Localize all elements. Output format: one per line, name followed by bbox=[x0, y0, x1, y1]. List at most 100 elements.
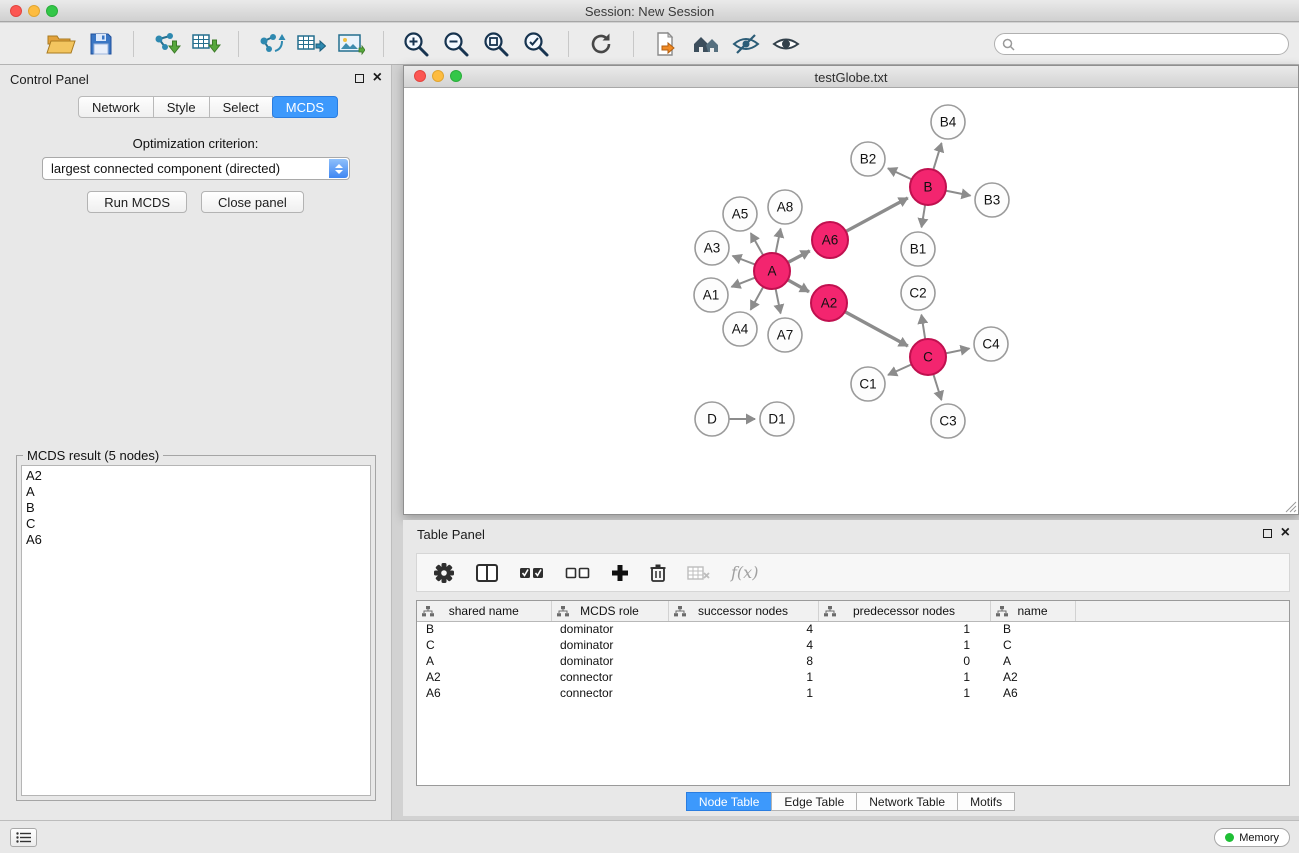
table-cell[interactable]: B bbox=[990, 621, 1075, 637]
search-field[interactable] bbox=[994, 33, 1289, 55]
graph-node[interactable]: B2 bbox=[851, 142, 885, 176]
graph-edge[interactable] bbox=[846, 198, 908, 231]
graph-edge[interactable] bbox=[933, 374, 941, 400]
close-table-panel-icon[interactable]: × bbox=[1281, 528, 1290, 538]
run-mcds-button[interactable]: Run MCDS bbox=[87, 191, 187, 213]
open-file-button[interactable] bbox=[44, 28, 78, 60]
tab-mcds[interactable]: MCDS bbox=[272, 96, 338, 118]
graph-node[interactable]: A5 bbox=[723, 197, 757, 231]
apply-layout-button[interactable] bbox=[584, 28, 618, 60]
hide-details-button[interactable] bbox=[729, 28, 763, 60]
graph-node[interactable]: C3 bbox=[931, 404, 965, 438]
graph-edge[interactable] bbox=[888, 364, 912, 375]
search-input[interactable] bbox=[1020, 35, 1288, 53]
delete-table-button[interactable] bbox=[687, 564, 711, 582]
result-item[interactable]: A bbox=[26, 484, 366, 500]
graph-node[interactable]: B1 bbox=[901, 232, 935, 266]
table-row[interactable]: A6connector11A6 bbox=[417, 685, 1289, 701]
tab-select[interactable]: Select bbox=[209, 96, 273, 118]
graph-edge[interactable] bbox=[888, 168, 912, 179]
home-button[interactable] bbox=[689, 28, 723, 60]
table-row[interactable]: Bdominator41B bbox=[417, 621, 1289, 637]
graph-edge[interactable] bbox=[921, 315, 925, 339]
graph-edge[interactable] bbox=[731, 278, 755, 287]
import-table-button[interactable] bbox=[189, 28, 223, 60]
graph-node[interactable]: A7 bbox=[768, 318, 802, 352]
network-zoom-button[interactable] bbox=[450, 70, 462, 82]
graph-node[interactable]: C bbox=[910, 339, 946, 375]
graph-node[interactable]: B3 bbox=[975, 183, 1009, 217]
network-minimize-button[interactable] bbox=[432, 70, 444, 82]
table-cell[interactable]: C bbox=[417, 637, 551, 653]
export-network-button[interactable] bbox=[254, 28, 288, 60]
graph-node[interactable]: C2 bbox=[901, 276, 935, 310]
graph-edge[interactable] bbox=[788, 251, 810, 263]
graph-node[interactable]: B bbox=[910, 169, 946, 205]
graph-edge[interactable] bbox=[946, 348, 970, 353]
table-cell[interactable]: 1 bbox=[818, 621, 990, 637]
table-cell[interactable]: 4 bbox=[668, 637, 818, 653]
export-document-button[interactable] bbox=[649, 28, 683, 60]
float-panel-icon[interactable] bbox=[355, 74, 364, 83]
table-cell[interactable]: 1 bbox=[668, 669, 818, 685]
table-cell[interactable]: 1 bbox=[818, 685, 990, 701]
zoom-window-button[interactable] bbox=[46, 5, 58, 17]
column-header-shared-name[interactable]: shared name bbox=[417, 601, 551, 621]
table-cell[interactable]: A6 bbox=[990, 685, 1075, 701]
minimize-window-button[interactable] bbox=[28, 5, 40, 17]
table-cell[interactable]: A6 bbox=[417, 685, 551, 701]
zoom-in-button[interactable] bbox=[399, 28, 433, 60]
delete-column-button[interactable] bbox=[649, 563, 667, 583]
select-all-button[interactable] bbox=[519, 565, 545, 581]
graph-node[interactable]: A4 bbox=[723, 312, 757, 346]
resize-grip-icon[interactable] bbox=[1285, 501, 1297, 513]
save-session-button[interactable] bbox=[84, 28, 118, 60]
zoom-out-button[interactable] bbox=[439, 28, 473, 60]
criterion-dropdown[interactable]: largest connected component (directed) bbox=[42, 157, 350, 180]
result-item[interactable]: C bbox=[26, 516, 366, 532]
table-row[interactable]: Cdominator41C bbox=[417, 637, 1289, 653]
export-table-button[interactable] bbox=[294, 28, 328, 60]
tab-network[interactable]: Network bbox=[78, 96, 154, 118]
table-cell[interactable]: B bbox=[417, 621, 551, 637]
export-image-button[interactable] bbox=[334, 28, 368, 60]
show-details-button[interactable] bbox=[769, 28, 803, 60]
table-cell[interactable]: connector bbox=[551, 685, 668, 701]
tab-node-table[interactable]: Node Table bbox=[686, 792, 773, 811]
table-cell[interactable]: A2 bbox=[417, 669, 551, 685]
table-cell[interactable]: C bbox=[990, 637, 1075, 653]
table-cell[interactable]: dominator bbox=[551, 637, 668, 653]
result-item[interactable]: B bbox=[26, 500, 366, 516]
graph-edge[interactable] bbox=[751, 287, 764, 310]
graph-node[interactable]: A bbox=[754, 253, 790, 289]
graph-edge[interactable] bbox=[776, 289, 781, 314]
column-header-successor-nodes[interactable]: successor nodes bbox=[668, 601, 818, 621]
table-cell[interactable]: 8 bbox=[668, 653, 818, 669]
graph-edge[interactable] bbox=[933, 143, 941, 170]
close-panel-button[interactable]: Close panel bbox=[201, 191, 304, 213]
close-window-button[interactable] bbox=[10, 5, 22, 17]
graph-node[interactable]: A3 bbox=[695, 231, 729, 265]
result-item[interactable]: A6 bbox=[26, 532, 366, 548]
table-cell[interactable]: dominator bbox=[551, 653, 668, 669]
graph-edge[interactable] bbox=[788, 280, 809, 292]
table-cell[interactable]: A2 bbox=[990, 669, 1075, 685]
show-columns-button[interactable] bbox=[475, 563, 499, 583]
graph-edge[interactable] bbox=[733, 256, 756, 265]
network-close-button[interactable] bbox=[414, 70, 426, 82]
column-header-predecessor-nodes[interactable]: predecessor nodes bbox=[818, 601, 990, 621]
graph-node[interactable]: C4 bbox=[974, 327, 1008, 361]
graph-node[interactable]: A1 bbox=[694, 278, 728, 312]
graph-edge[interactable] bbox=[845, 312, 908, 346]
graph-node[interactable]: C1 bbox=[851, 367, 885, 401]
graph-edge[interactable] bbox=[922, 205, 926, 228]
graph-node[interactable]: D1 bbox=[760, 402, 794, 436]
table-cell[interactable]: A bbox=[990, 653, 1075, 669]
float-table-panel-icon[interactable] bbox=[1263, 529, 1272, 538]
tab-network-table[interactable]: Network Table bbox=[856, 792, 958, 811]
table-cell[interactable]: 4 bbox=[668, 621, 818, 637]
graph-node[interactable]: B4 bbox=[931, 105, 965, 139]
table-cell[interactable]: 1 bbox=[818, 637, 990, 653]
table-cell[interactable]: dominator bbox=[551, 621, 668, 637]
add-column-button[interactable] bbox=[611, 564, 629, 582]
